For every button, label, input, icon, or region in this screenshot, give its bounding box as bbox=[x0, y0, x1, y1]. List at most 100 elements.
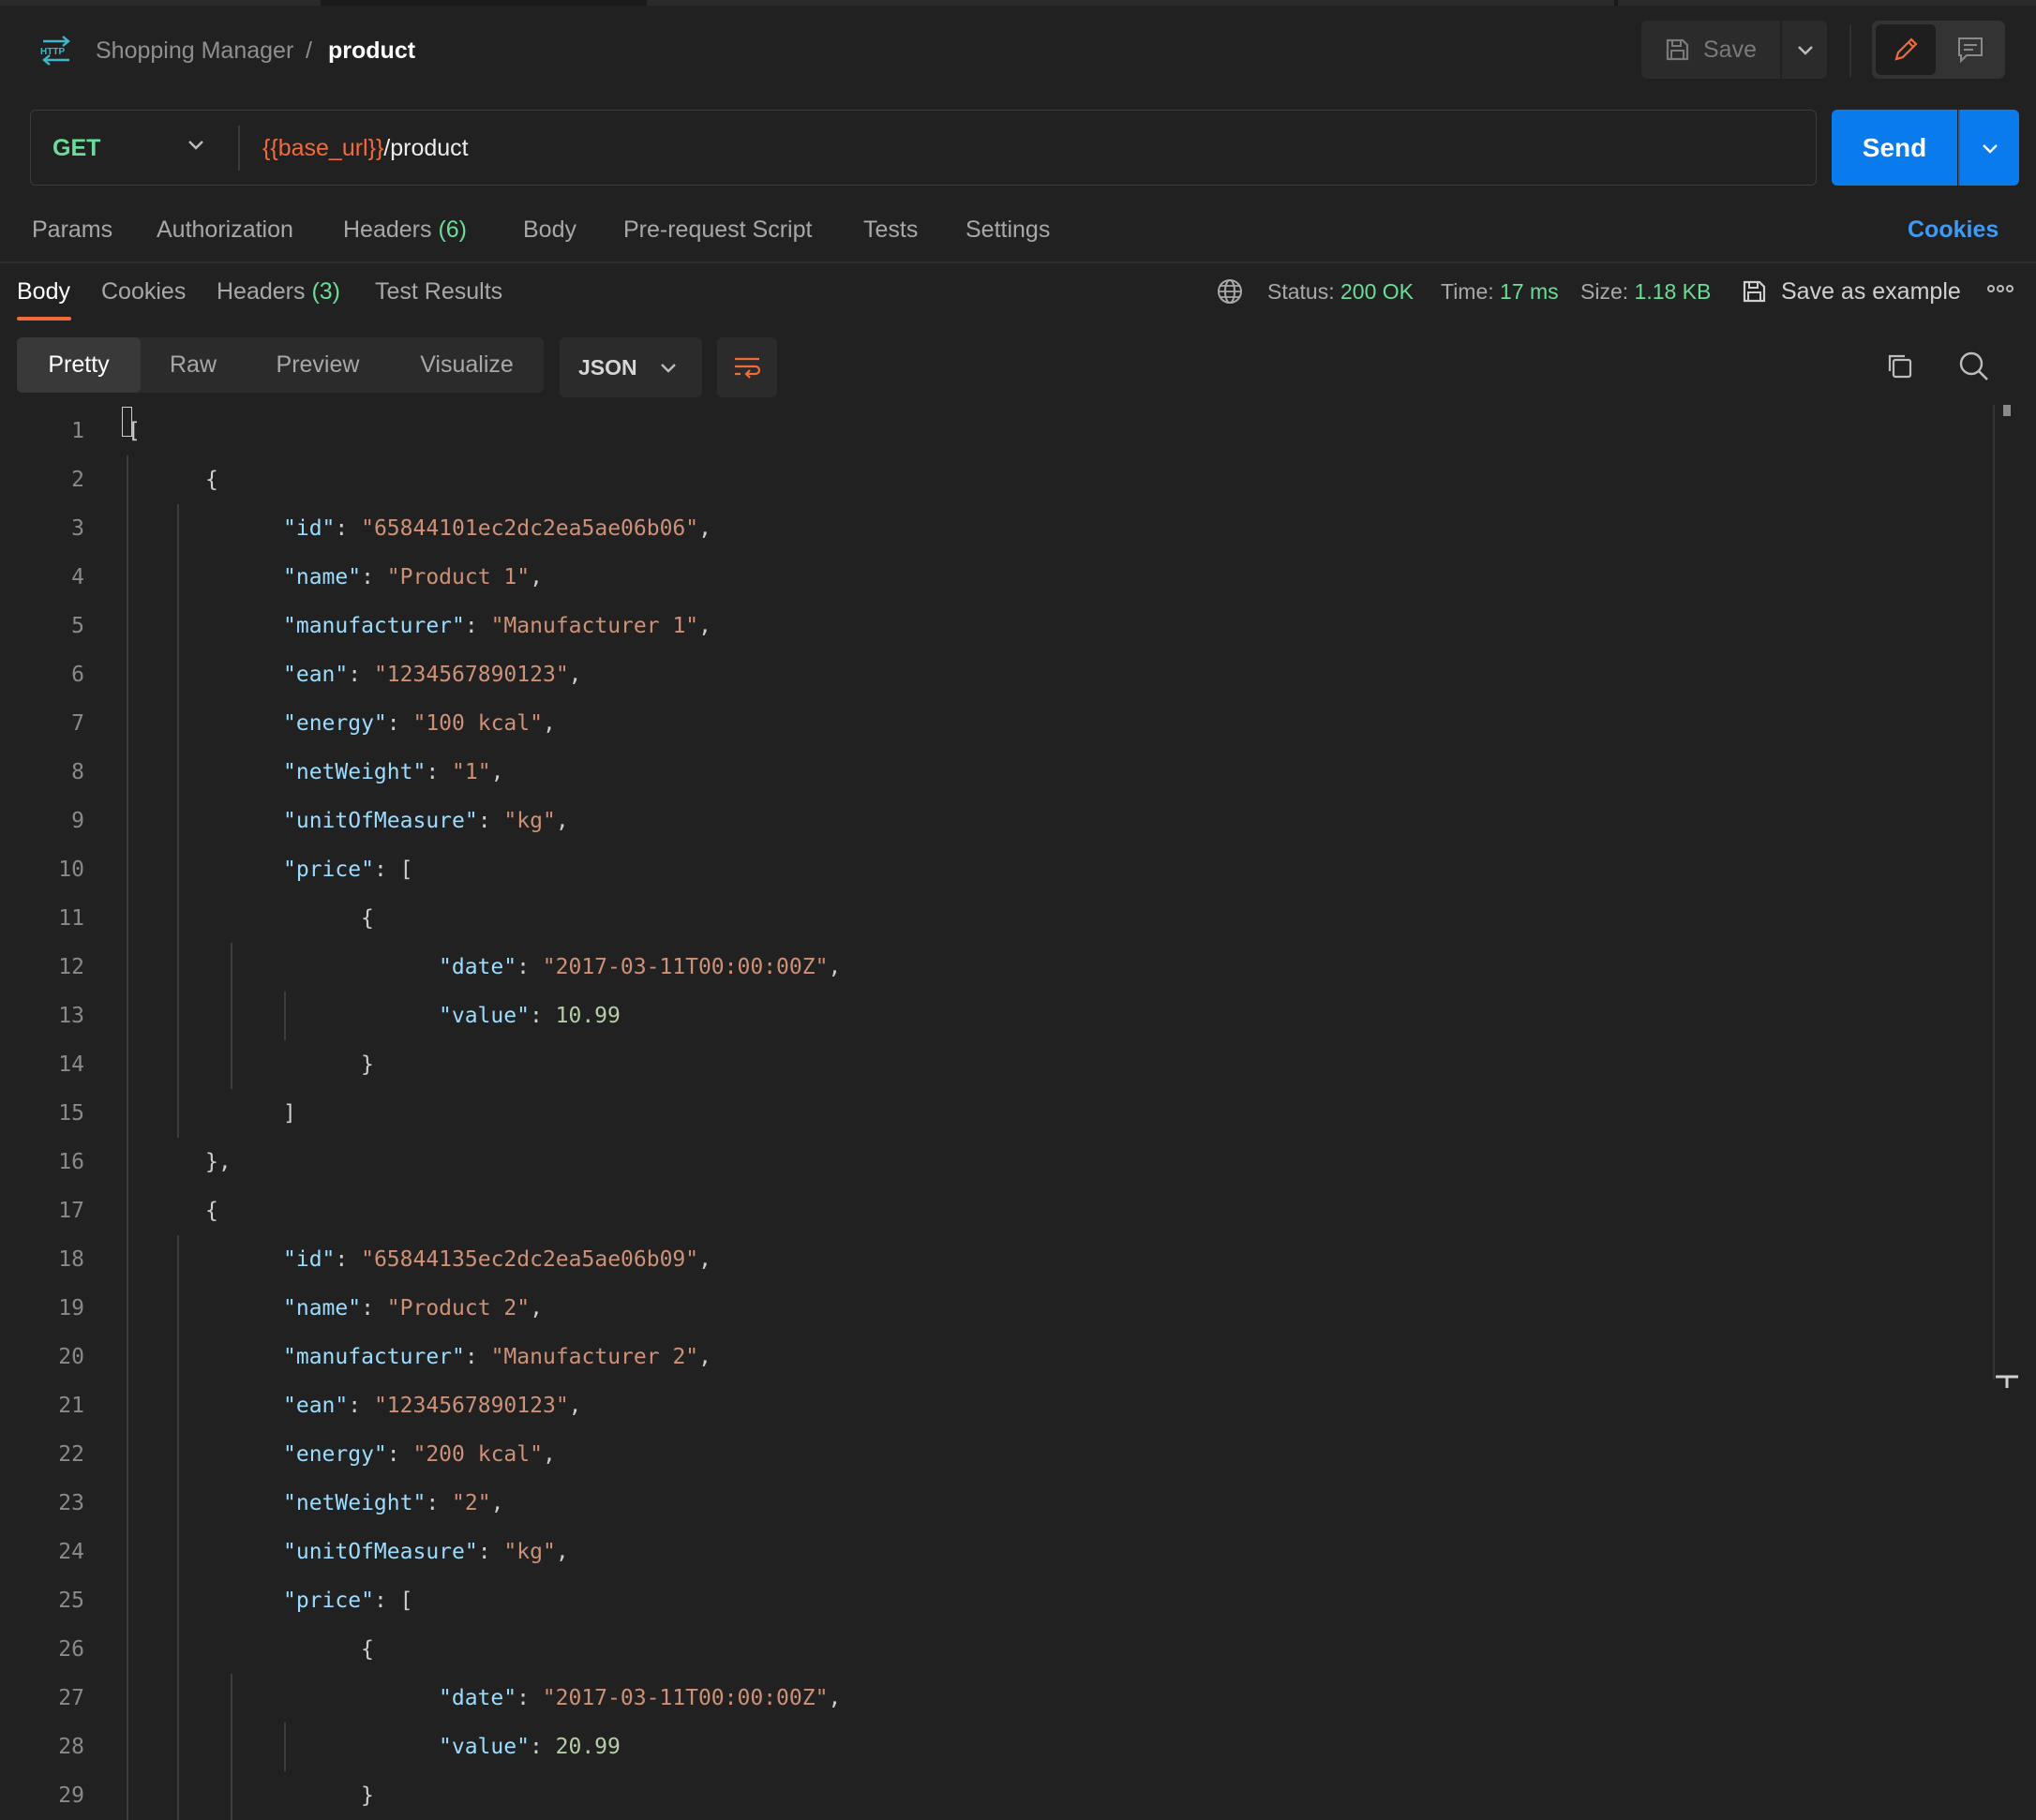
code-line: } bbox=[361, 1779, 374, 1813]
response-body-editor[interactable]: 1[2{3 "id": "65844101ec2dc2ea5ae06b06", 4 "… bbox=[0, 405, 2036, 1820]
scrollbar-track[interactable] bbox=[1993, 405, 1995, 1380]
request-title[interactable]: product bbox=[328, 34, 415, 67]
json-punctuation: { bbox=[361, 906, 374, 931]
response-tab-cookies[interactable]: Cookies bbox=[101, 276, 186, 307]
response-tab-headers[interactable]: Headers (3) bbox=[217, 276, 340, 307]
breadcrumb-separator: / bbox=[306, 37, 312, 64]
send-button[interactable]: Send bbox=[1832, 110, 1957, 186]
json-key: "name" bbox=[283, 1296, 362, 1320]
code-line: "ean": "1234567890123", bbox=[283, 658, 582, 692]
json-key: "price" bbox=[283, 858, 374, 882]
tab-body[interactable]: Body bbox=[523, 214, 576, 246]
chevron-down-icon bbox=[1797, 44, 1814, 55]
method-select[interactable]: GET bbox=[52, 130, 100, 166]
json-punctuation: : [ bbox=[373, 1589, 413, 1613]
json-punctuation: : bbox=[361, 565, 387, 589]
json-string: "200 kcal" bbox=[412, 1442, 543, 1467]
response-tab-test-results[interactable]: Test Results bbox=[375, 276, 502, 307]
time-indicator[interactable]: Time: 17 ms bbox=[1441, 276, 1559, 307]
scrollbar-thumb[interactable] bbox=[2003, 405, 2011, 416]
json-punctuation: , bbox=[555, 809, 569, 833]
send-dropdown-button[interactable] bbox=[1958, 110, 2019, 186]
comments-button[interactable] bbox=[1939, 24, 2001, 75]
line-number: 9 bbox=[71, 809, 84, 833]
line-number: 1 bbox=[71, 419, 84, 443]
code-line: "price": [ bbox=[283, 1584, 412, 1618]
more-options-icon[interactable] bbox=[1986, 283, 2014, 294]
bracket-match-cursor bbox=[122, 407, 132, 437]
copy-icon[interactable] bbox=[1884, 351, 1914, 380]
code-line: "energy": "200 kcal", bbox=[283, 1438, 556, 1471]
view-pretty-button[interactable]: Pretty bbox=[17, 337, 141, 393]
indent-guide bbox=[231, 943, 232, 1089]
code-line: { bbox=[361, 902, 374, 935]
tab-tests[interactable]: Tests bbox=[863, 214, 918, 246]
save-button[interactable]: Save bbox=[1641, 21, 1778, 79]
response-tab-body[interactable]: Body bbox=[17, 276, 70, 307]
globe-icon[interactable] bbox=[1216, 277, 1244, 306]
json-punctuation: { bbox=[205, 1199, 218, 1223]
json-punctuation: , bbox=[698, 516, 711, 541]
json-key: "netWeight" bbox=[283, 1491, 427, 1515]
tab-headers[interactable]: Headers (6) bbox=[343, 214, 467, 246]
json-punctuation: : bbox=[516, 955, 543, 979]
code-line: "netWeight": "1", bbox=[283, 755, 503, 789]
json-punctuation: } bbox=[361, 1052, 374, 1077]
status-indicator[interactable]: Status: 200 OK bbox=[1267, 276, 1414, 307]
code-line: { bbox=[361, 1633, 374, 1666]
json-punctuation: , bbox=[698, 1247, 711, 1272]
code-line: "name": "Product 1", bbox=[283, 560, 543, 594]
json-punctuation: , bbox=[490, 1491, 504, 1515]
breadcrumb-collection[interactable]: Shopping Manager bbox=[96, 34, 293, 67]
json-punctuation: , bbox=[490, 760, 504, 784]
line-number: 5 bbox=[71, 614, 84, 638]
json-punctuation: : bbox=[426, 760, 453, 784]
line-number: 23 bbox=[58, 1491, 84, 1515]
search-icon[interactable] bbox=[1958, 351, 1990, 382]
json-string: "kg" bbox=[503, 1540, 556, 1564]
cookies-link[interactable]: Cookies bbox=[1908, 214, 1999, 246]
url-input[interactable]: {{base_url}}/product bbox=[262, 130, 469, 166]
json-number: 20.99 bbox=[555, 1735, 621, 1759]
chevron-down-icon[interactable] bbox=[187, 139, 204, 150]
json-string: "Product 1" bbox=[386, 565, 531, 589]
json-string: "Product 2" bbox=[386, 1296, 531, 1320]
json-string: "1234567890123" bbox=[373, 663, 569, 687]
tab-pre-request-script[interactable]: Pre-request Script bbox=[623, 214, 812, 246]
json-punctuation: , bbox=[530, 565, 543, 589]
code-line: "name": "Product 2", bbox=[283, 1291, 543, 1325]
json-key: "name" bbox=[283, 565, 362, 589]
json-punctuation: : bbox=[386, 1442, 413, 1467]
url-variable: {{base_url}} bbox=[262, 135, 384, 161]
line-number: 27 bbox=[58, 1686, 84, 1710]
json-key: "netWeight" bbox=[283, 760, 427, 784]
view-visualize-button[interactable]: Visualize bbox=[390, 337, 544, 393]
line-number: 14 bbox=[58, 1052, 84, 1077]
tab-headers-label: Headers bbox=[343, 216, 432, 243]
tab-settings[interactable]: Settings bbox=[966, 214, 1050, 246]
code-line: "date": "2017-03-11T00:00:00Z", bbox=[439, 1681, 841, 1715]
save-as-example-button[interactable]: Save as example bbox=[1781, 276, 1961, 307]
json-punctuation: : bbox=[348, 663, 374, 687]
save-dropdown-button[interactable] bbox=[1780, 21, 1829, 79]
line-number: 22 bbox=[58, 1442, 84, 1467]
wrap-lines-button[interactable] bbox=[717, 337, 777, 397]
format-select[interactable]: JSON bbox=[560, 337, 702, 397]
json-punctuation: : bbox=[529, 1004, 556, 1028]
tab-params[interactable]: Params bbox=[32, 214, 112, 246]
wrap-icon bbox=[732, 354, 762, 380]
indent-guide bbox=[177, 504, 179, 1138]
size-indicator[interactable]: Size: 1.18 KB bbox=[1580, 276, 1711, 307]
line-number: 6 bbox=[71, 663, 84, 687]
json-key: "manufacturer" bbox=[283, 1345, 465, 1369]
edit-mode-button[interactable] bbox=[1876, 24, 1936, 75]
indent-guide bbox=[284, 1723, 286, 1771]
view-raw-button[interactable]: Raw bbox=[141, 337, 246, 393]
scroll-to-end-icon[interactable] bbox=[1995, 1374, 2019, 1389]
view-preview-button[interactable]: Preview bbox=[246, 337, 390, 393]
size-label: Size: bbox=[1580, 279, 1629, 304]
tab-authorization[interactable]: Authorization bbox=[157, 214, 293, 246]
json-punctuation: , bbox=[568, 663, 582, 687]
line-number: 20 bbox=[58, 1345, 84, 1369]
status-label: Status: bbox=[1267, 279, 1335, 304]
